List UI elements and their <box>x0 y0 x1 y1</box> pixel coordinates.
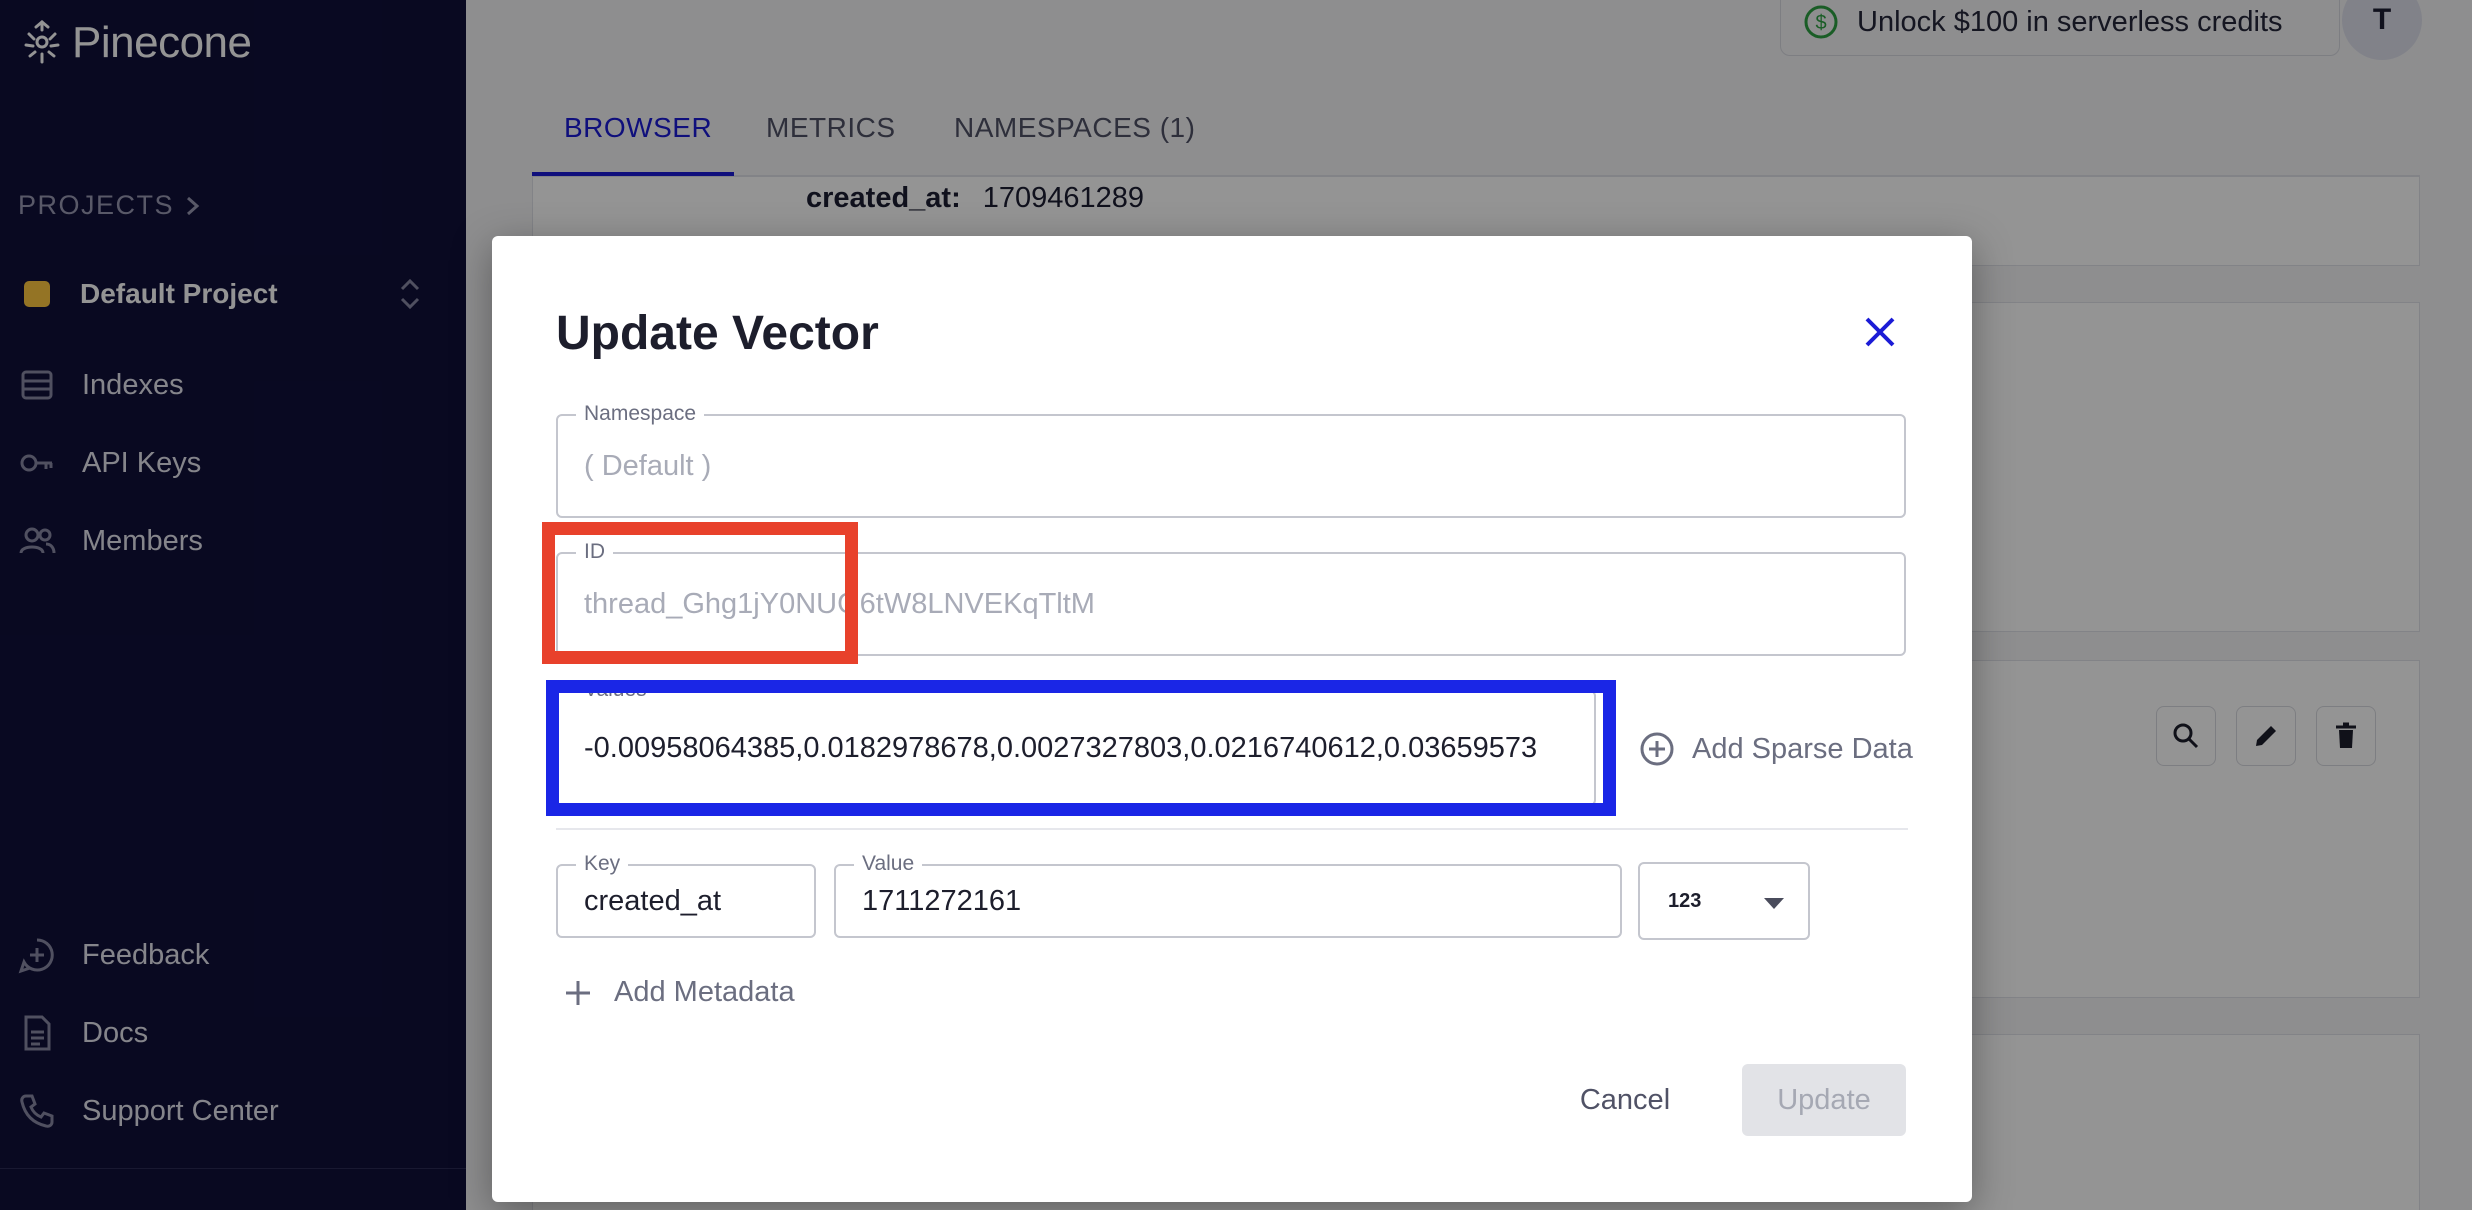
metadata-key-field[interactable]: Key created_at <box>556 852 816 938</box>
namespace-value: ( Default ) <box>584 449 712 482</box>
metadata-key-input[interactable]: created_at <box>584 866 721 936</box>
add-metadata-label: Add Metadata <box>614 976 795 1008</box>
plus-circle-icon <box>1640 732 1674 766</box>
close-icon <box>1865 317 1895 347</box>
cancel-button[interactable]: Cancel <box>1560 1064 1690 1136</box>
section-divider <box>556 828 1908 830</box>
plus-icon <box>566 980 590 1005</box>
namespace-field[interactable]: Namespace ( Default ) <box>556 402 1906 518</box>
update-vector-dialog: Update Vector Namespace ( Default ) ID t… <box>492 236 1972 1202</box>
dialog-title: Update Vector <box>556 307 879 360</box>
update-button[interactable]: Update <box>1742 1064 1906 1136</box>
close-button[interactable] <box>1856 308 1904 356</box>
add-metadata-button[interactable]: Add Metadata <box>562 976 795 1009</box>
metadata-value-field[interactable]: Value 1711272161 <box>834 852 1622 938</box>
metadata-type-select[interactable]: 123 <box>1638 862 1810 940</box>
metadata-value-input[interactable]: 1711272161 <box>862 866 1021 936</box>
metadata-type-value: 123 <box>1668 889 1702 912</box>
id-highlight-box <box>542 522 858 664</box>
caret-down-icon <box>1764 898 1784 909</box>
add-sparse-data-label: Add Sparse Data <box>1692 732 1913 765</box>
add-sparse-data-button[interactable]: Add Sparse Data <box>1638 730 1913 768</box>
values-highlight-box <box>546 680 1616 816</box>
